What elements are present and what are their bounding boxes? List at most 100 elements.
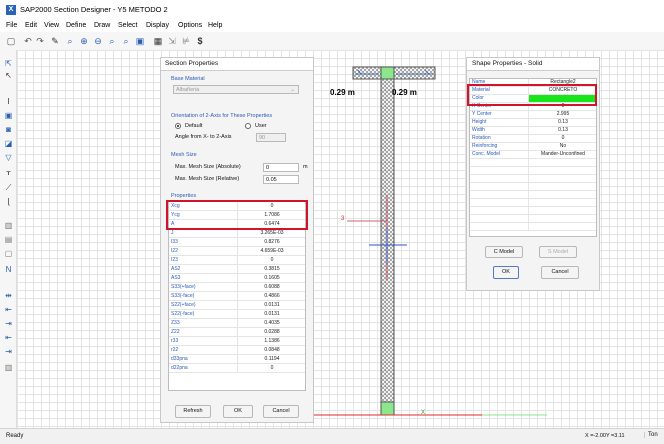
property-row[interactable]: r22 0.0848 — [169, 346, 305, 355]
shape-property-name: Rotation — [472, 135, 491, 141]
property-row[interactable]: S33(+face) 0.6088 — [169, 283, 305, 292]
menu-draw[interactable]: Draw — [94, 22, 110, 29]
property-row[interactable]: AS2 0.3815 — [169, 265, 305, 274]
menu-view[interactable]: View — [44, 22, 59, 29]
property-row[interactable]: S22(+face) 0.0131 — [169, 301, 305, 310]
shape-property-name: Conc. Model — [472, 151, 501, 157]
reshape-icon[interactable]: ⇲ — [166, 35, 178, 47]
draw-circle-icon[interactable]: ◙ — [3, 124, 14, 135]
shape-property-row[interactable]: Rotation 0 — [470, 135, 596, 143]
ok-button[interactable]: OK — [223, 405, 253, 418]
snap-line-icon[interactable]: ⇥ — [3, 346, 14, 357]
property-name: J — [171, 230, 174, 236]
property-row[interactable]: S33(-face) 0.4866 — [169, 292, 305, 301]
zoom-out-icon[interactable]: ⊖ — [92, 35, 104, 47]
reference-circle-icon[interactable]: ⇥ — [3, 318, 14, 329]
property-row[interactable]: Z22 0.0288 — [169, 328, 305, 337]
shape-property-row[interactable]: Conc. Model Mander-Unconfined — [470, 151, 596, 159]
zoom-window-icon[interactable]: ⌕ — [64, 35, 76, 47]
draw-i-section-icon[interactable]: I — [3, 96, 14, 107]
shape-property-row[interactable] — [470, 191, 596, 199]
property-name: S33(-face) — [171, 293, 195, 299]
c-model-button[interactable]: C Model — [485, 246, 523, 258]
angle-input[interactable]: 90 — [256, 133, 286, 142]
zoom-in-icon[interactable]: ⊕ — [78, 35, 90, 47]
shape-property-value: 0.13 — [528, 119, 597, 126]
menu-help[interactable]: Help — [208, 22, 222, 29]
grid-icon[interactable]: ▦ — [152, 35, 164, 47]
reshape-pointer-icon[interactable]: ↖ — [3, 70, 14, 81]
property-row[interactable]: S22(-face) 0.0131 — [169, 310, 305, 319]
radio-default[interactable] — [175, 123, 181, 129]
shape-property-row[interactable] — [470, 223, 596, 231]
draw-angle-icon[interactable]: ▽ — [3, 152, 14, 163]
property-row[interactable]: I23 0 — [169, 256, 305, 265]
property-row[interactable]: AS3 0.1605 — [169, 274, 305, 283]
shape-cancel-button[interactable]: Cancel — [541, 266, 579, 279]
global-x-label: X — [421, 410, 426, 416]
units-readout[interactable]: Ton — [644, 432, 658, 438]
mesh-abs-input[interactable]: 0 — [263, 163, 299, 172]
draw-rebar-circle-icon[interactable]: N — [3, 264, 14, 275]
reference-line-icon[interactable]: ⇤ — [3, 304, 14, 315]
menu-define[interactable]: Define — [66, 22, 86, 29]
mesh-rel-input[interactable]: 0.05 — [263, 175, 299, 184]
shape-property-row[interactable] — [470, 207, 596, 215]
draw-rectangle-icon[interactable]: ▣ — [3, 110, 14, 121]
pencil-icon[interactable]: ✎ — [49, 35, 61, 47]
menu-options[interactable]: Options — [178, 22, 202, 29]
shape-ok-button[interactable]: OK — [493, 266, 519, 279]
redo-icon[interactable]: ↷ — [34, 35, 46, 47]
refresh-button[interactable]: Refresh — [175, 405, 211, 418]
draw-line-icon[interactable]: ⟋ — [3, 182, 14, 193]
shape-property-row[interactable] — [470, 199, 596, 207]
cancel-button[interactable]: Cancel — [263, 405, 299, 418]
dollar-icon[interactable]: $ — [194, 35, 206, 47]
shape-property-name: Width — [472, 127, 485, 133]
zoom-fit-icon[interactable]: ⌕ — [106, 35, 118, 47]
radio-default-label: Default — [185, 123, 203, 129]
draw-rebar-line-icon[interactable]: ▤ — [3, 234, 14, 245]
zoom-previous-icon[interactable]: ⌕ — [120, 35, 132, 47]
orientation-label: Orientation of 2-Axis for These Properti… — [171, 113, 273, 119]
select-pointer-icon[interactable]: ⇱ — [3, 58, 14, 69]
shape-property-row[interactable] — [470, 215, 596, 223]
draw-channel-icon[interactable]: ᚁ — [3, 166, 14, 177]
property-row[interactable]: r33 1.1386 — [169, 337, 305, 346]
draw-tee-icon[interactable]: ɭ — [3, 196, 14, 207]
menu-display[interactable]: Display — [146, 22, 169, 29]
shape-property-row[interactable] — [470, 183, 596, 191]
property-row[interactable]: I33 0.8276 — [169, 238, 305, 247]
menu-file[interactable]: File — [6, 22, 17, 29]
shape-property-row[interactable] — [470, 167, 596, 175]
draw-rebar-rect-icon[interactable]: ▢ — [3, 248, 14, 259]
property-row[interactable]: Z33 0.4035 — [169, 319, 305, 328]
shape-property-name: Y Center — [472, 111, 492, 117]
radio-user[interactable] — [245, 123, 251, 129]
property-row[interactable]: J 3.265E-03 — [169, 229, 305, 238]
shape-property-row[interactable]: Reinforcing No — [470, 143, 596, 151]
menu-select[interactable]: Select — [118, 22, 137, 29]
pan-icon[interactable]: ▣ — [134, 35, 146, 47]
draw-rebar-icon[interactable]: ▥ — [3, 220, 14, 231]
property-name: AS2 — [171, 266, 181, 272]
shape-property-row[interactable] — [470, 159, 596, 167]
new-file-icon[interactable]: ▢ — [5, 35, 17, 47]
shape-property-row[interactable]: Width 0.13 — [470, 127, 596, 135]
property-row[interactable]: d22pna 0 — [169, 364, 305, 373]
moments-icon[interactable]: ⊭ — [180, 35, 192, 47]
undo-icon[interactable]: ↶ — [22, 35, 34, 47]
shape-property-row[interactable] — [470, 175, 596, 183]
shape-property-row[interactable]: Y Center 2.995 — [470, 111, 596, 119]
shape-property-row[interactable]: Height 0.13 — [470, 119, 596, 127]
highlight-box-centroid — [166, 200, 308, 230]
base-material-select[interactable]: Albañeria ⌄ — [173, 85, 299, 94]
left-toolbar: ⇱ ↖ I ▣ ◙ ◪ ▽ ᚁ ⟋ ɭ ▥ ▤ ▢ N ⇹ ⇤ ⇥ ⇤ ⇥ ▥ — [0, 50, 17, 428]
property-row[interactable]: I22 4.659E-03 — [169, 247, 305, 256]
snap-icon[interactable]: ⇤ — [3, 332, 14, 343]
snap-point-icon[interactable]: ▥ — [3, 362, 14, 373]
property-row[interactable]: d33pna 0.1194 — [169, 355, 305, 364]
menu-edit[interactable]: Edit — [25, 22, 37, 29]
dimension-line-icon[interactable]: ⇹ — [3, 290, 14, 301]
draw-polygon-icon[interactable]: ◪ — [3, 138, 14, 149]
